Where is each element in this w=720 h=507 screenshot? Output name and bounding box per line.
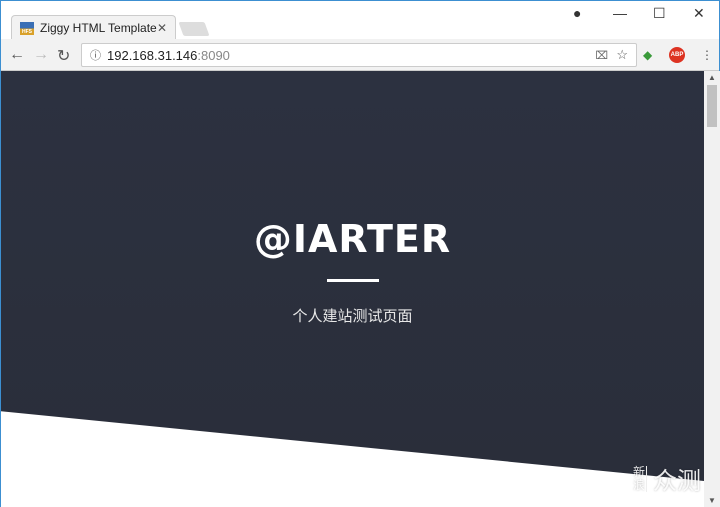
- watermark-small: 新浪: [633, 464, 647, 492]
- url-host: 192.168.31.146: [107, 47, 198, 63]
- browser-toolbar: ← → ↻ ⓘ 192.168.31.146:8090 ⌧ ☆ ◆ ABP ⋮: [1, 39, 719, 71]
- back-icon[interactable]: ←: [9, 46, 25, 64]
- menu-icon[interactable]: ⋮: [701, 48, 713, 62]
- scrollbar[interactable]: ▲ ▼: [704, 71, 720, 507]
- scroll-down-icon[interactable]: ▼: [708, 496, 716, 505]
- address-bar[interactable]: ⓘ 192.168.31.146:8090 ⌧ ☆: [81, 43, 637, 67]
- title-divider: [327, 279, 379, 282]
- tab-title: Ziggy HTML Template: [40, 21, 157, 35]
- watermark-large: 众测: [653, 468, 701, 495]
- title-bar: HFS Ziggy HTML Template ✕ ● — ☐ ✕: [1, 1, 719, 40]
- bookmark-star-icon[interactable]: ☆: [616, 47, 628, 63]
- translate-icon[interactable]: ⌧: [595, 49, 608, 62]
- scroll-up-icon[interactable]: ▲: [708, 73, 716, 82]
- adblock-icon[interactable]: ABP: [669, 47, 685, 63]
- profile-icon[interactable]: ●: [573, 5, 581, 21]
- scrollbar-thumb[interactable]: [707, 85, 717, 127]
- favicon-icon: HFS: [20, 21, 34, 35]
- close-button[interactable]: ✕: [693, 5, 705, 22]
- hero-section: [1, 71, 704, 481]
- hero-title: @IARTER: [253, 217, 452, 261]
- browser-tab[interactable]: HFS Ziggy HTML Template ✕: [11, 15, 176, 40]
- forward-icon[interactable]: →: [33, 46, 49, 64]
- info-icon[interactable]: ⓘ: [90, 47, 101, 63]
- tab-close-icon[interactable]: ✕: [157, 21, 167, 35]
- page-content: @IARTER 个人建站测试页面: [1, 71, 704, 507]
- hero-subtitle: 个人建站测试页面: [292, 308, 413, 325]
- maximize-button[interactable]: ☐: [653, 5, 666, 22]
- minimize-button[interactable]: —: [613, 5, 627, 21]
- reload-icon[interactable]: ↻: [57, 46, 70, 66]
- new-tab-button[interactable]: [178, 22, 210, 36]
- extension-globe-icon[interactable]: ◆: [643, 48, 652, 62]
- url-port: :8090: [197, 47, 230, 63]
- watermark: 新浪 众测: [633, 461, 701, 496]
